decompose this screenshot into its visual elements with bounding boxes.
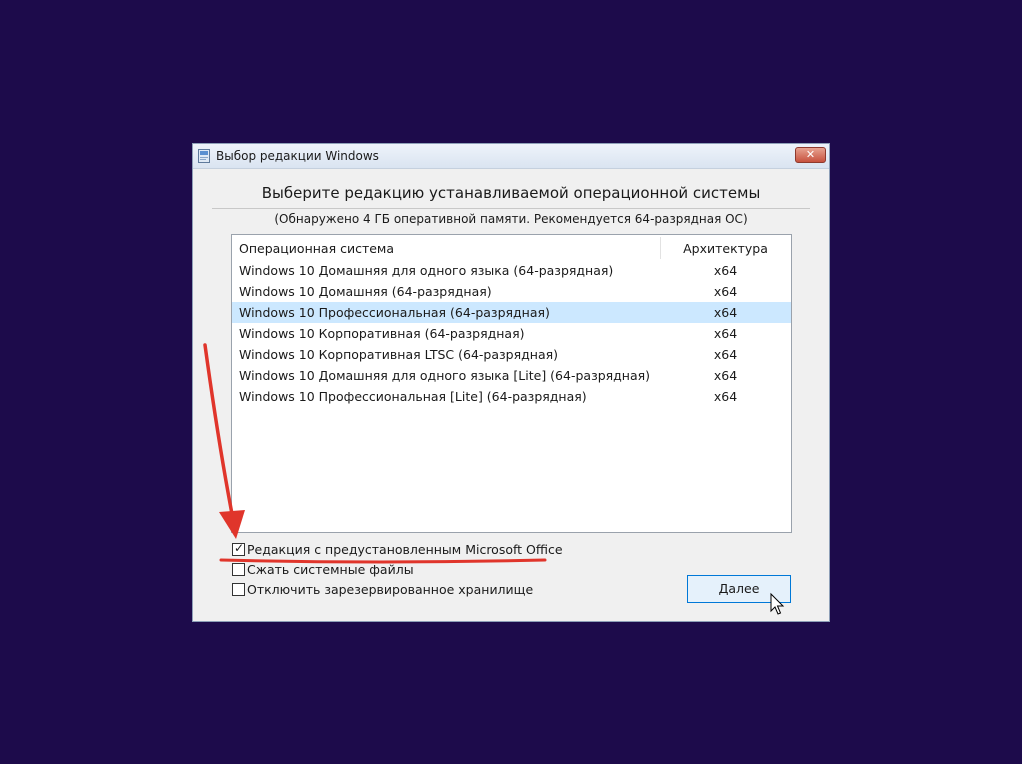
office-option-label[interactable]: Редакция с предустановленным Microsoft O… — [247, 542, 563, 557]
list-header: Операционная система Архитектура — [232, 235, 791, 260]
list-item[interactable]: Windows 10 Корпоративная (64-разрядная) … — [232, 323, 791, 344]
edition-list[interactable]: Операционная система Архитектура Windows… — [231, 234, 792, 533]
compress-checkbox[interactable] — [232, 563, 245, 576]
edition-arch: x64 — [713, 389, 738, 404]
reserved-storage-option-label[interactable]: Отключить зарезервированное хранилище — [247, 582, 533, 597]
check-mark-icon: ✓ — [234, 541, 245, 555]
edition-name: Windows 10 Домашняя для одного языка (64… — [239, 263, 614, 278]
edition-arch: x64 — [713, 368, 738, 383]
column-header-os[interactable]: Операционная система — [239, 241, 394, 256]
list-item[interactable]: Windows 10 Корпоративная LTSC (64-разряд… — [232, 344, 791, 365]
close-button[interactable]: ✕ — [795, 147, 826, 163]
window-title: Выбор редакции Windows — [216, 149, 379, 163]
setup-icon — [198, 149, 210, 163]
edition-name: Windows 10 Профессиональная (64-разрядна… — [239, 305, 550, 320]
edition-name: Windows 10 Домашняя для одного языка [Li… — [239, 368, 651, 383]
edition-name: Windows 10 Корпоративная (64-разрядная) — [239, 326, 525, 341]
reserved-storage-checkbox[interactable] — [232, 583, 245, 596]
list-item[interactable]: Windows 10 Профессиональная (64-разрядна… — [232, 302, 791, 323]
list-item[interactable]: Windows 10 Профессиональная [Lite] (64-р… — [232, 386, 791, 407]
edition-arch: x64 — [713, 263, 738, 278]
heading-divider — [212, 208, 810, 209]
next-button[interactable]: Далее — [687, 575, 791, 603]
dialog-heading: Выберите редакцию устанавливаемой операц… — [261, 184, 761, 202]
column-header-arch[interactable]: Архитектура — [661, 241, 790, 256]
edition-arch: x64 — [713, 305, 738, 320]
list-item[interactable]: Windows 10 Домашняя для одного языка [Li… — [232, 365, 791, 386]
edition-name: Windows 10 Профессиональная [Lite] (64-р… — [239, 389, 587, 404]
edition-arch: x64 — [713, 326, 738, 341]
edition-arch: x64 — [713, 284, 738, 299]
edition-name: Windows 10 Корпоративная LTSC (64-разряд… — [239, 347, 558, 362]
edition-name: Windows 10 Домашняя (64-разрядная) — [239, 284, 492, 299]
title-bar[interactable]: Выбор редакции Windows ✕ — [193, 144, 829, 169]
compress-option-label[interactable]: Сжать системные файлы — [247, 562, 414, 577]
office-checkbox[interactable]: ✓ — [232, 541, 245, 556]
edition-selection-dialog: Выбор редакции Windows ✕ Выберите редакц… — [192, 143, 830, 622]
list-item[interactable]: Windows 10 Домашняя (64-разрядная) x64 — [232, 281, 791, 302]
list-item[interactable]: Windows 10 Домашняя для одного языка (64… — [232, 260, 791, 281]
edition-arch: x64 — [713, 347, 738, 362]
close-icon: ✕ — [805, 148, 816, 161]
memory-info: (Обнаружено 4 ГБ оперативной памяти. Рек… — [274, 212, 748, 226]
